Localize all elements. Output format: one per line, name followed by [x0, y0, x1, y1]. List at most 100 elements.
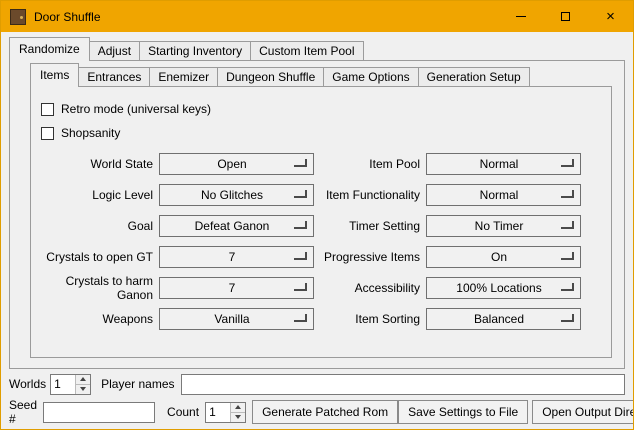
- retro-mode-checkbox[interactable]: [41, 103, 54, 116]
- goal-dropdown[interactable]: Defeat Ganon: [159, 215, 314, 237]
- accessibility-label: Accessibility: [314, 281, 426, 295]
- item-pool-dropdown[interactable]: Normal: [426, 153, 581, 175]
- inner-notebook: Items Entrances Enemizer Dungeon Shuffle…: [30, 63, 612, 358]
- player-names-label: Player names: [101, 377, 174, 391]
- count-spin-arrows: [230, 403, 245, 422]
- tab-custom-item-pool[interactable]: Custom Item Pool: [250, 41, 363, 60]
- minimize-button[interactable]: [498, 1, 543, 32]
- crystals-gt-dropdown[interactable]: 7: [159, 246, 314, 268]
- tab-enemizer[interactable]: Enemizer: [149, 67, 218, 86]
- settings-row: Logic Level No Glitches Item Functionali…: [31, 184, 611, 206]
- dropdown-indicator-icon: [561, 159, 574, 167]
- item-sorting-label: Item Sorting: [314, 312, 426, 326]
- close-icon: ×: [606, 9, 615, 24]
- crystals-ganon-label: Crystals to harm Ganon: [31, 274, 159, 302]
- weapons-label: Weapons: [31, 312, 159, 326]
- dropdown-indicator-icon: [294, 314, 307, 322]
- timer-setting-dropdown[interactable]: No Timer: [426, 215, 581, 237]
- door-shuffle-window: Door Shuffle × Randomize Adjust Starting…: [0, 0, 634, 430]
- save-settings-button[interactable]: Save Settings to File: [398, 400, 528, 424]
- weapons-dropdown[interactable]: Vanilla: [159, 308, 314, 330]
- tab-randomize[interactable]: Randomize: [9, 37, 90, 61]
- tab-dungeon-shuffle[interactable]: Dungeon Shuffle: [217, 67, 324, 86]
- accessibility-dropdown[interactable]: 100% Locations: [426, 277, 581, 299]
- world-state-label: World State: [31, 157, 159, 171]
- outer-tabbar: Randomize Adjust Starting Inventory Cust…: [9, 37, 625, 60]
- item-sorting-dropdown[interactable]: Balanced: [426, 308, 581, 330]
- retro-mode-row: Retro mode (universal keys): [41, 97, 611, 121]
- settings-row: Weapons Vanilla Item Sorting Balanced: [31, 308, 611, 330]
- items-panel: Retro mode (universal keys) Shopsanity W…: [30, 86, 612, 358]
- settings-row: World State Open Item Pool Normal: [31, 153, 611, 175]
- worlds-label: Worlds: [9, 377, 46, 391]
- arrow-up-icon: [235, 405, 241, 409]
- logic-level-value: No Glitches: [160, 188, 294, 202]
- tab-entrances[interactable]: Entrances: [78, 67, 150, 86]
- logic-level-dropdown[interactable]: No Glitches: [159, 184, 314, 206]
- tab-starting-inventory[interactable]: Starting Inventory: [139, 41, 251, 60]
- dropdown-indicator-icon: [561, 221, 574, 229]
- count-spinner[interactable]: [205, 402, 246, 423]
- dropdown-indicator-icon: [561, 283, 574, 291]
- tab-game-options[interactable]: Game Options: [323, 67, 418, 86]
- shopsanity-label: Shopsanity: [61, 126, 120, 140]
- arrow-down-icon: [235, 415, 241, 419]
- goal-label: Goal: [31, 219, 159, 233]
- generate-patched-rom-button[interactable]: Generate Patched Rom: [252, 400, 398, 424]
- settings-row: Crystals to harm Ganon 7 Accessibility 1…: [31, 277, 611, 299]
- window-title: Door Shuffle: [34, 10, 101, 24]
- count-label: Count: [167, 405, 199, 419]
- weapons-value: Vanilla: [160, 312, 294, 326]
- dropdown-indicator-icon: [561, 314, 574, 322]
- player-names-input[interactable]: [181, 374, 626, 395]
- maximize-button[interactable]: [543, 1, 588, 32]
- timer-setting-value: No Timer: [427, 219, 561, 233]
- logic-level-label: Logic Level: [31, 188, 159, 202]
- count-spin-down-button[interactable]: [231, 412, 245, 422]
- tab-items[interactable]: Items: [30, 63, 79, 87]
- maximize-icon: [561, 12, 570, 21]
- world-state-value: Open: [160, 157, 294, 171]
- progressive-items-dropdown[interactable]: On: [426, 246, 581, 268]
- minimize-icon: [516, 16, 526, 17]
- crystals-gt-label: Crystals to open GT: [31, 250, 159, 264]
- retro-mode-label: Retro mode (universal keys): [61, 102, 211, 116]
- count-spin-up-button[interactable]: [231, 403, 245, 412]
- worlds-spin-up-button[interactable]: [76, 375, 90, 384]
- timer-setting-label: Timer Setting: [314, 219, 426, 233]
- worlds-spin-arrows: [75, 375, 90, 394]
- count-input[interactable]: [206, 403, 230, 422]
- dropdown-rows: World State Open Item Pool Normal: [31, 153, 611, 330]
- shopsanity-row: Shopsanity: [41, 121, 611, 145]
- outer-notebook: Randomize Adjust Starting Inventory Cust…: [9, 37, 625, 369]
- crystals-gt-value: 7: [160, 250, 294, 264]
- titlebar: Door Shuffle ×: [1, 1, 633, 32]
- randomize-panel: Items Entrances Enemizer Dungeon Shuffle…: [9, 60, 625, 369]
- seed-label: Seed #: [9, 398, 37, 426]
- worlds-input[interactable]: [51, 375, 75, 394]
- item-functionality-dropdown[interactable]: Normal: [426, 184, 581, 206]
- worlds-spin-down-button[interactable]: [76, 384, 90, 394]
- world-state-dropdown[interactable]: Open: [159, 153, 314, 175]
- shopsanity-checkbox[interactable]: [41, 127, 54, 140]
- progressive-items-value: On: [427, 250, 561, 264]
- seed-input[interactable]: [43, 402, 155, 423]
- settings-row: Crystals to open GT 7 Progressive Items …: [31, 246, 611, 268]
- dropdown-indicator-icon: [294, 221, 307, 229]
- close-button[interactable]: ×: [588, 1, 633, 32]
- settings-row: Goal Defeat Ganon Timer Setting No Timer: [31, 215, 611, 237]
- tab-adjust[interactable]: Adjust: [89, 41, 140, 60]
- item-functionality-label: Item Functionality: [314, 188, 426, 202]
- crystals-ganon-value: 7: [160, 281, 294, 295]
- goal-value: Defeat Ganon: [160, 219, 294, 233]
- tab-generation-setup[interactable]: Generation Setup: [418, 67, 530, 86]
- dropdown-indicator-icon: [561, 190, 574, 198]
- dropdown-indicator-icon: [294, 283, 307, 291]
- open-output-directory-button[interactable]: Open Output Directory: [532, 400, 634, 424]
- worlds-spinner[interactable]: [50, 374, 91, 395]
- inner-tabbar: Items Entrances Enemizer Dungeon Shuffle…: [30, 63, 612, 86]
- worlds-row: Worlds Player names: [9, 373, 625, 395]
- accessibility-value: 100% Locations: [427, 281, 561, 295]
- dropdown-indicator-icon: [294, 159, 307, 167]
- crystals-ganon-dropdown[interactable]: 7: [159, 277, 314, 299]
